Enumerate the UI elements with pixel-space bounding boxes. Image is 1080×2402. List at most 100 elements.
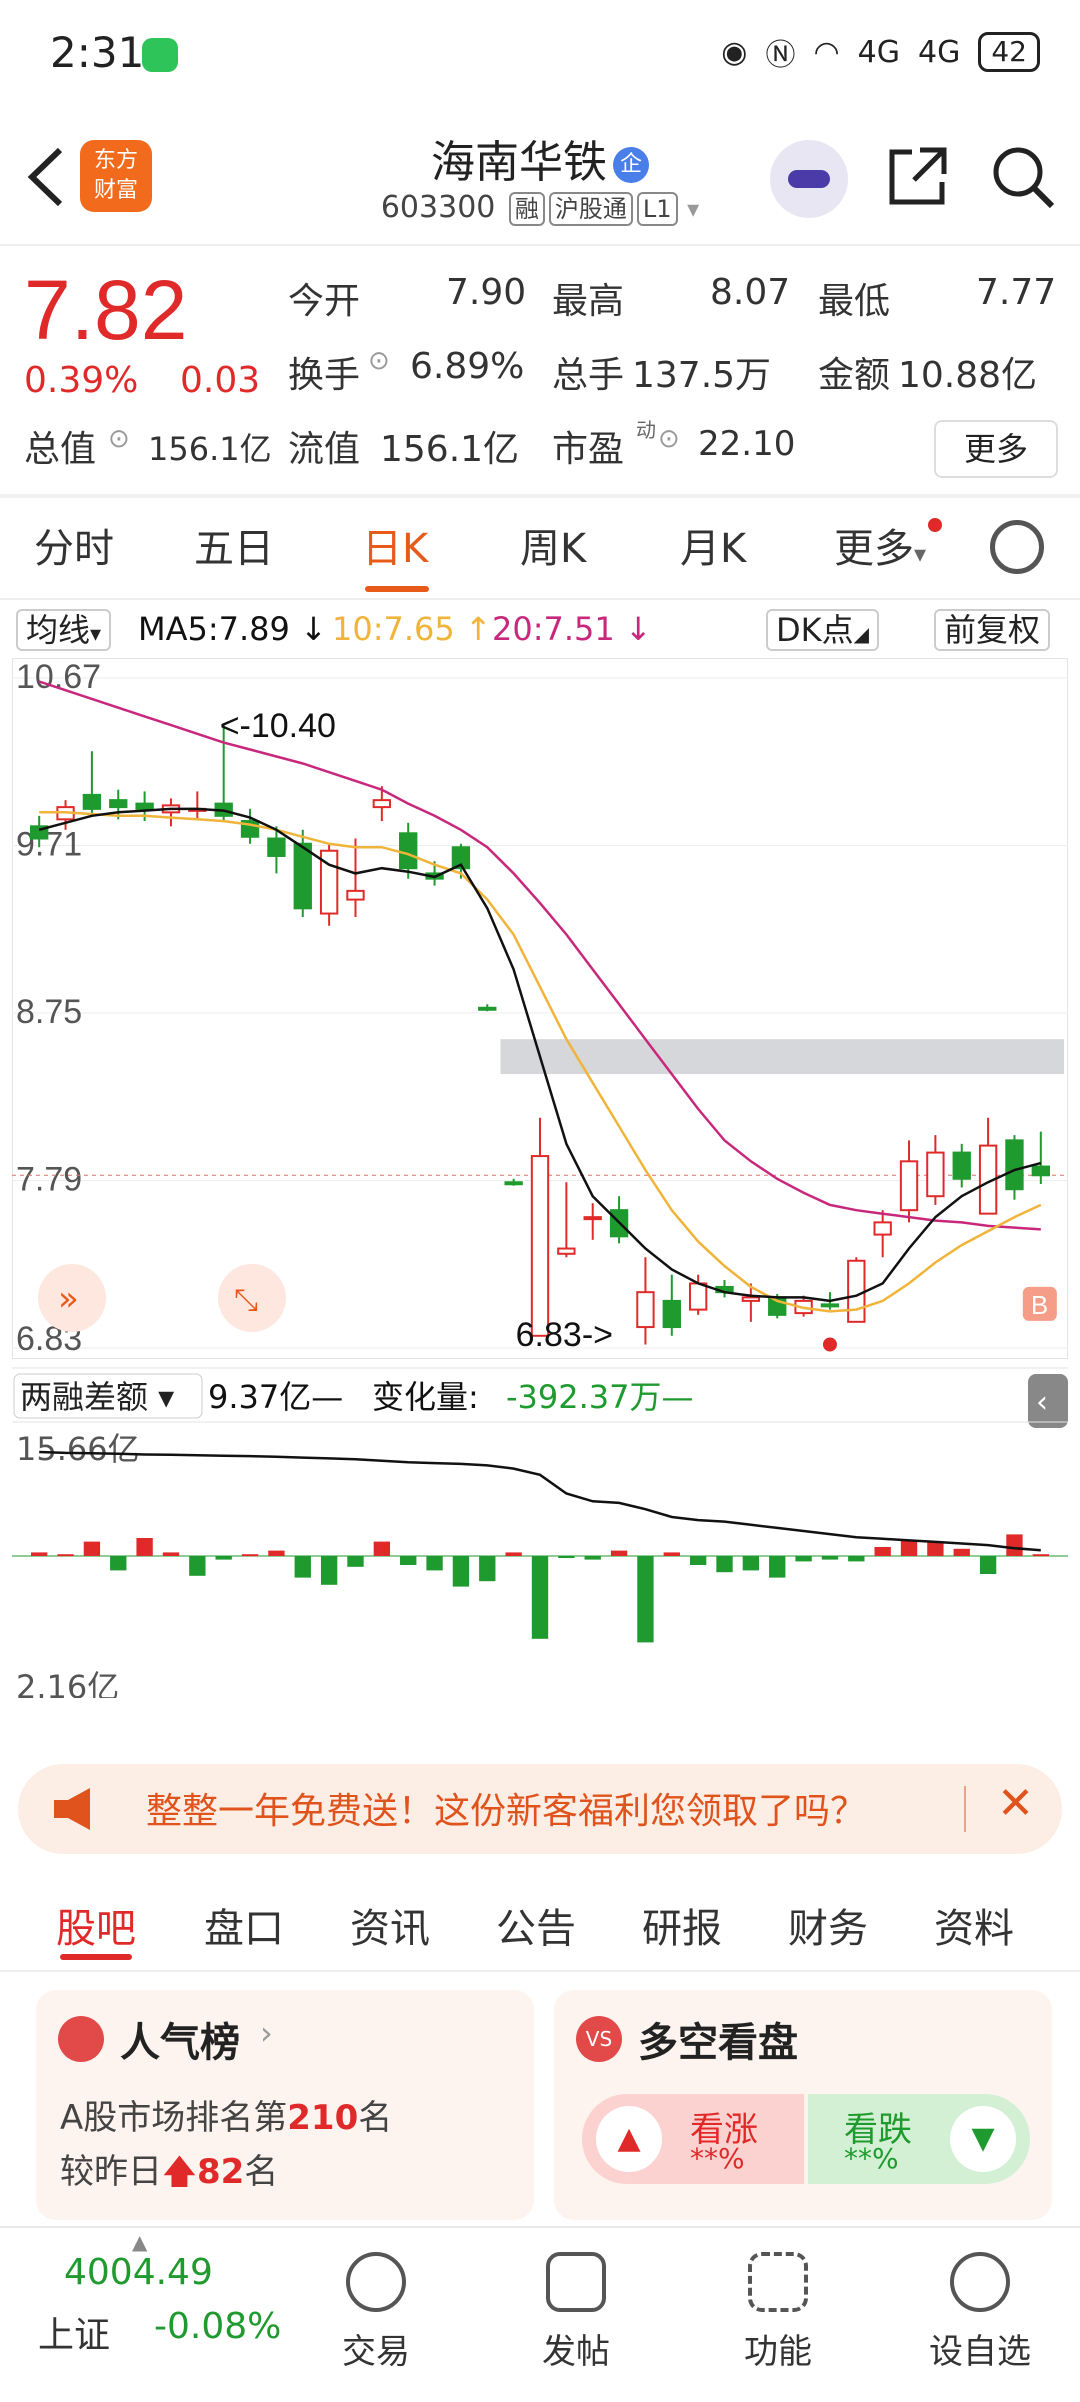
bull-button[interactable]: ▲ 看涨 **% xyxy=(582,2094,804,2184)
margin-bar xyxy=(400,1556,417,1565)
candle xyxy=(109,799,128,809)
chevron-down-icon[interactable]: ▾ xyxy=(687,195,699,223)
y-tick-label: 10.67 xyxy=(16,658,101,696)
margin-bar xyxy=(215,1556,232,1560)
collapse-tab xyxy=(1028,1374,1068,1428)
change-percent: 0.39% xyxy=(24,360,139,401)
margin-bar xyxy=(320,1556,338,1585)
bottom-bar: ▲ 4004.49 上证 -0.08% 交易 发帖 功能 设自选 xyxy=(0,2226,1080,2402)
tab-profile[interactable]: 资料 xyxy=(934,1896,1014,1954)
tab-forum[interactable]: 股吧 xyxy=(56,1896,136,1954)
eye-icon: ◉ xyxy=(721,34,748,70)
last-price: 7.82 xyxy=(24,263,188,357)
min-price-label: 6.83-> xyxy=(516,1316,613,1354)
watchlist-label: 设自选 xyxy=(929,2332,1031,2372)
popularity-card[interactable]: 人气榜 › A股市场排名第210名 较昨日🡅82名 xyxy=(36,1990,534,2220)
margin-balance-line xyxy=(39,1450,1041,1552)
tab-intraday[interactable]: 分时 xyxy=(34,516,114,574)
margin-bar xyxy=(531,1556,549,1639)
rank-value: 210 xyxy=(287,2098,359,2138)
info-icon-2[interactable]: ⊙ xyxy=(108,424,130,454)
yen-icon xyxy=(346,2252,406,2312)
margin-bar xyxy=(637,1556,654,1643)
adjust-button[interactable]: 前复权 xyxy=(934,608,1051,652)
chevron-up-icon[interactable]: ▲ xyxy=(132,2230,147,2254)
function-button[interactable]: 功能 xyxy=(718,2252,838,2373)
kline-chart[interactable]: 10.679.718.757.796.83<-10.406.83->B» ⤡两融差… xyxy=(12,658,1068,1698)
candle xyxy=(847,1259,866,1323)
margin-value: 9.37亿— xyxy=(208,1378,343,1416)
fullscreen-icon: ⤡ xyxy=(234,1283,258,1318)
tab-orderbook[interactable]: 盘口 xyxy=(204,1896,284,1954)
turnover-value: 6.89% xyxy=(410,346,525,387)
panel-y-bottom: 2.16亿 xyxy=(16,1668,119,1698)
notification-dot xyxy=(928,518,942,532)
more-button[interactable]: 更多 xyxy=(934,420,1058,478)
candle xyxy=(135,802,154,810)
share-icon[interactable] xyxy=(886,144,950,212)
trade-label: 交易 xyxy=(342,2332,410,2372)
candle xyxy=(293,842,312,910)
close-icon[interactable]: ✕ xyxy=(997,1778,1034,1829)
signal-dot xyxy=(822,1337,837,1352)
post-button[interactable]: 发帖 xyxy=(516,2252,636,2373)
arrow-up-icon: 🡅 xyxy=(162,2152,197,2192)
chevron-right-icon[interactable]: › xyxy=(260,2014,273,2052)
volume-value: 137.5万 xyxy=(632,355,772,396)
tab-underline xyxy=(365,586,429,592)
promo-banner[interactable]: 整整一年免费送！这份新客福利您领取了吗？ ✕ xyxy=(18,1764,1062,1854)
margin-bar xyxy=(452,1556,470,1587)
info-icon-3[interactable]: ⊙ xyxy=(658,424,680,454)
change-amount: 0.03 xyxy=(180,360,261,401)
margin-bar xyxy=(1006,1534,1023,1556)
assistant-icon[interactable] xyxy=(770,140,848,218)
search-icon[interactable] xyxy=(990,144,1056,214)
tab-monthly-k[interactable]: 月K xyxy=(680,516,746,574)
triangle-down-icon: ▼ xyxy=(950,2106,1016,2172)
bear-pct: **% xyxy=(844,2142,899,2175)
margin-bar xyxy=(795,1556,812,1562)
signal-icon-2: 4G xyxy=(918,34,961,70)
back-icon[interactable] xyxy=(22,142,72,212)
function-label: 功能 xyxy=(744,2332,812,2372)
ma-label: 均线 xyxy=(26,611,91,649)
app-logo[interactable]: 东方 财富 xyxy=(80,140,152,212)
candle xyxy=(583,1216,602,1221)
margin-bar xyxy=(584,1556,601,1560)
margin-bar xyxy=(900,1539,918,1556)
bear-button[interactable]: 看跌 **% ▼ xyxy=(808,2094,1030,2184)
margin-bar xyxy=(162,1552,180,1556)
watchlist-button[interactable]: 设自选 xyxy=(920,2252,1040,2373)
bull-bear-card[interactable]: VS 多空看盘 ▲ 看涨 **% 看跌 **% ▼ xyxy=(554,1990,1052,2220)
margin-bar xyxy=(426,1556,443,1571)
tab-daily-k[interactable]: 日K xyxy=(362,516,428,574)
max-price-label: <-10.40 xyxy=(220,707,336,745)
triangle-up-icon: ▲ xyxy=(596,2106,662,2172)
margin-bar xyxy=(689,1556,707,1565)
rank-delta: 82 xyxy=(196,2152,245,2192)
tab-more[interactable]: 更多▾ xyxy=(834,516,926,574)
ma-selector[interactable]: 均线▾ xyxy=(16,608,112,657)
tab-five-day[interactable]: 五日 xyxy=(194,516,274,574)
tab-announcements[interactable]: 公告 xyxy=(496,1896,576,1954)
chevron-down-icon: ▾ xyxy=(914,540,927,568)
index-value[interactable]: 4004.49 xyxy=(64,2252,213,2293)
candle xyxy=(636,1291,655,1329)
info-icon[interactable]: ⊙ xyxy=(368,346,390,376)
mktcap-label: 总值 xyxy=(24,429,97,470)
tab-weekly-k[interactable]: 周K xyxy=(520,516,586,574)
chart-bars-icon xyxy=(58,2016,104,2062)
margin-label: 两融差额 ▾ xyxy=(20,1378,174,1416)
candle xyxy=(478,1006,497,1011)
margin-bar xyxy=(57,1554,74,1557)
index-name: 上证 xyxy=(38,2315,111,2356)
tab-news[interactable]: 资讯 xyxy=(350,1896,430,1954)
gear-icon[interactable] xyxy=(990,520,1044,574)
tab-research[interactable]: 研报 xyxy=(642,1896,722,1954)
margin-bar xyxy=(558,1556,575,1558)
dk-button[interactable]: DK点◢ xyxy=(766,608,880,656)
trade-button[interactable]: 交易 xyxy=(316,2252,436,2373)
rank-change-line: 较昨日🡅82名 xyxy=(60,2152,279,2192)
tab-finance[interactable]: 财务 xyxy=(788,1896,868,1954)
margin-bar xyxy=(189,1556,206,1576)
